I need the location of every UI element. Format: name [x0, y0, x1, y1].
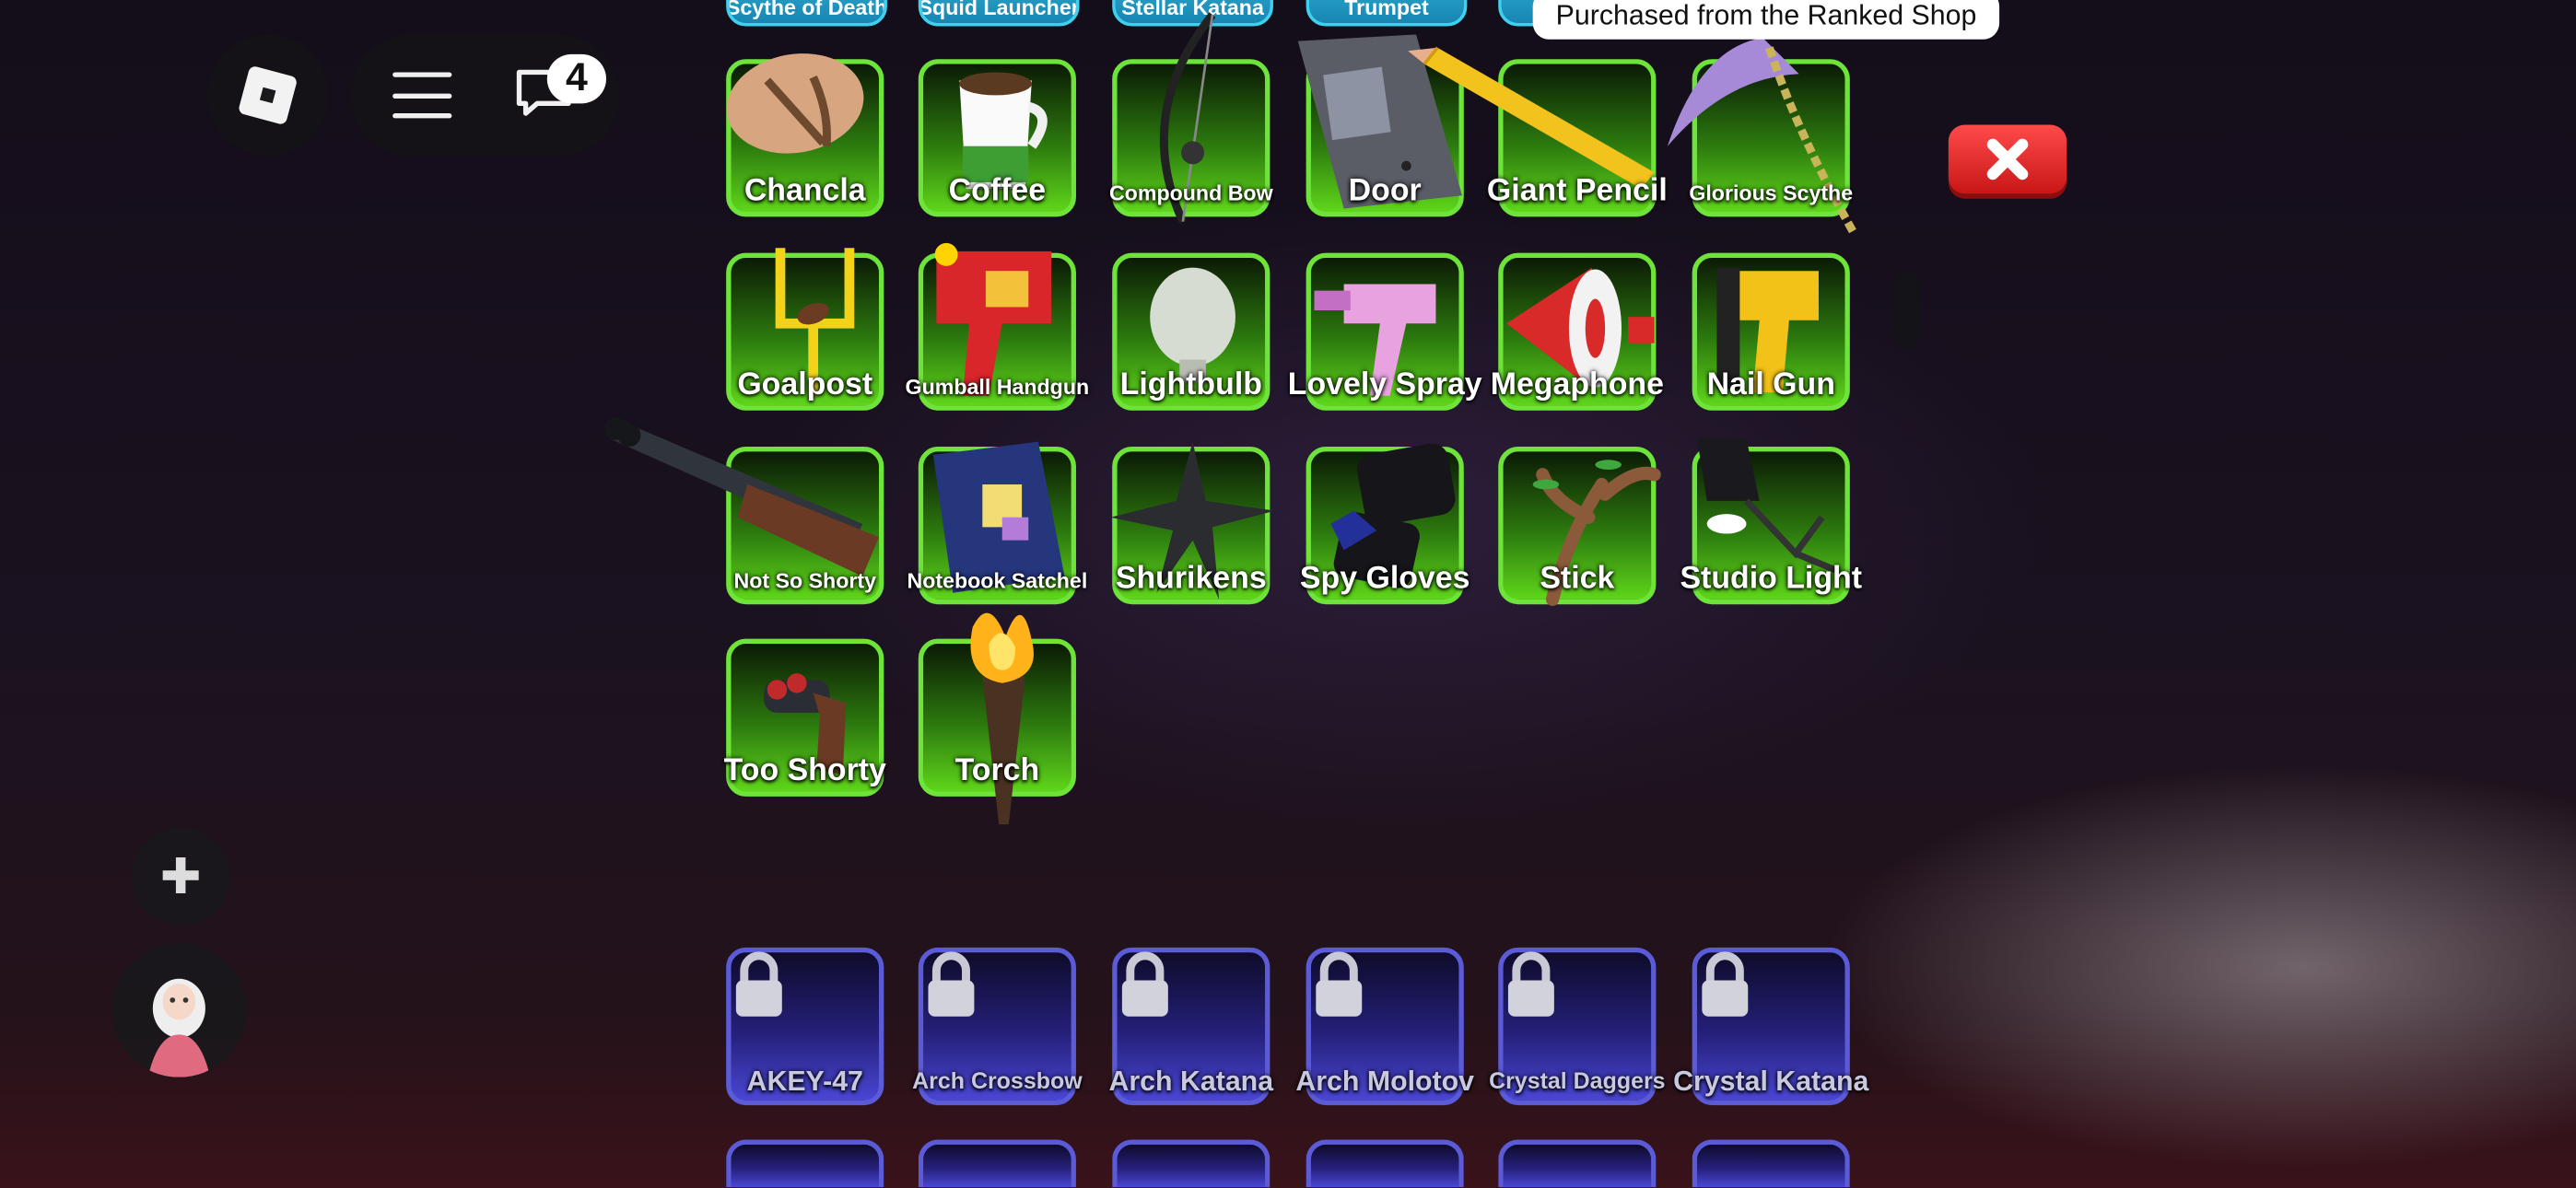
lock-icon — [735, 951, 782, 1017]
item-tile-giant-pencil[interactable]: Giant Pencil — [1408, 46, 1668, 217]
close-button[interactable] — [1948, 124, 2067, 194]
item-tile-stick[interactable]: Stick — [1498, 447, 1661, 606]
item-label: Stellar Katana — [1121, 0, 1264, 20]
item-tile-lovely-spray[interactable]: Lovely Spray — [1288, 252, 1482, 411]
close-icon — [1986, 138, 2029, 181]
plus-icon: ✚ — [159, 849, 202, 904]
item-label: Scythe of Death — [726, 0, 887, 20]
locked-item-tile-crystal-katana[interactable]: Crystal Katana — [1673, 947, 1868, 1106]
item-tile-notebook-satchel[interactable]: Notebook Satchel — [907, 441, 1087, 605]
game-screen: 4 ✚ Scythe of Death Squid Launcher Stellar… — [0, 0, 2576, 1188]
item-label: Nail Gun — [1706, 367, 1835, 402]
lock-icon — [1507, 951, 1554, 1017]
lock-icon — [1316, 951, 1363, 1017]
item-tile-door[interactable]: Door — [1297, 34, 1464, 217]
item-tile-partial[interactable]: Scythe of Death — [726, 0, 887, 27]
locked-item-tile-akey-47[interactable]: AKEY-47 — [726, 947, 884, 1106]
lock-icon — [1702, 951, 1749, 1017]
item-label: Squid Launcher — [918, 0, 1080, 20]
item-tile-gumball-handgun[interactable]: Gumball Handgun — [906, 242, 1089, 411]
inventory-scrollbar[interactable] — [1892, 273, 1919, 349]
roblox-logo-icon — [237, 64, 299, 126]
item-tile-goalpost[interactable]: Goalpost — [726, 248, 884, 411]
item-label: Crystal Katana — [1673, 1066, 1869, 1098]
item-tile-coffee[interactable]: Coffee — [918, 59, 1076, 217]
topbar-pill: 4 — [349, 34, 620, 157]
item-tile-lightbulb[interactable]: Lightbulb — [1112, 252, 1270, 411]
item-tile-glorious-scythe[interactable]: Glorious Scythe — [1667, 38, 1859, 238]
item-tile-not-so-shorty[interactable]: Not So Shorty — [604, 416, 884, 605]
item-tile-partial[interactable]: Stellar Katana — [1112, 0, 1273, 27]
item-tile-partial[interactable]: Squid Launcher — [918, 0, 1080, 27]
item-tooltip: Purchased from the Ranked Shop — [1532, 0, 2000, 40]
locked-item-tile-partial[interactable] — [1306, 1139, 1464, 1188]
item-tile-partial[interactable]: Trumpet — [1306, 0, 1468, 27]
lock-icon — [928, 951, 975, 1017]
avatar-icon — [147, 978, 211, 1077]
locked-item-tile-partial[interactable] — [918, 1139, 1076, 1188]
item-tile-studio-light[interactable]: Studio Light — [1680, 438, 1862, 605]
item-tile-too-shorty[interactable]: Too Shorty — [724, 638, 886, 797]
chat-badge: 4 — [546, 53, 606, 104]
locked-item-tile-partial[interactable] — [726, 1139, 884, 1188]
locked-item-tile-partial[interactable] — [1112, 1139, 1270, 1188]
item-label: Studio Light — [1680, 561, 1863, 597]
item-tile-compound-bow[interactable]: Compound Bow — [1109, 12, 1273, 224]
item-label: Glorious Scythe — [1689, 181, 1854, 205]
item-tile-nail-gun[interactable]: Nail Gun — [1692, 252, 1850, 411]
emotes-button[interactable]: ✚ — [131, 827, 230, 926]
hamburger-menu-icon[interactable] — [392, 72, 452, 119]
item-label: Torch — [954, 753, 1040, 788]
item-tile-spy-gloves[interactable]: Spy Gloves — [1300, 443, 1469, 605]
locked-item-tile-crystal-daggers[interactable]: Crystal Daggers — [1489, 947, 1666, 1106]
item-tile-megaphone[interactable]: Megaphone — [1491, 252, 1664, 411]
locked-item-tile-arch-molotov[interactable]: Arch Molotov — [1295, 947, 1474, 1106]
locked-item-tile-partial[interactable] — [1692, 1139, 1850, 1188]
item-tile-torch[interactable]: Torch — [918, 612, 1076, 825]
item-label: Trumpet — [1344, 0, 1429, 20]
lock-icon — [1121, 951, 1168, 1017]
item-tile-chancla[interactable]: Chancla — [726, 53, 884, 217]
avatar-button[interactable] — [111, 942, 247, 1077]
locked-item-tile-arch-katana[interactable]: Arch Katana — [1108, 947, 1273, 1106]
roblox-menu-button[interactable] — [206, 34, 329, 157]
item-tile-shurikens[interactable]: Shurikens — [1110, 441, 1275, 605]
locked-item-tile-arch-crossbow[interactable]: Arch Crossbow — [912, 947, 1083, 1106]
locked-item-tile-partial[interactable] — [1498, 1139, 1657, 1188]
